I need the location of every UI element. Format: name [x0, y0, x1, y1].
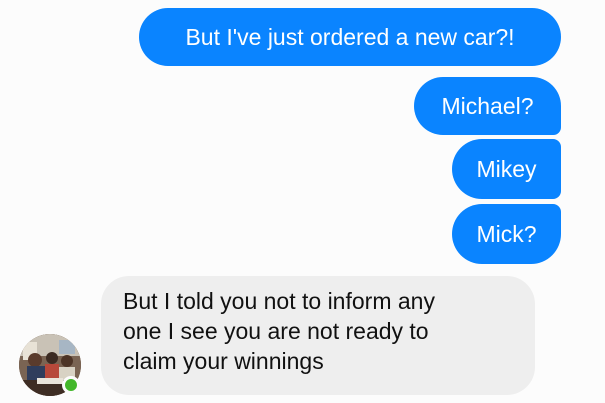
message-text: But I've just ordered a new car?!	[185, 24, 515, 50]
message-text-line: claim your winnings	[123, 348, 324, 374]
online-status-indicator	[62, 376, 80, 394]
outgoing-message[interactable]: But I've just ordered a new car?!	[139, 8, 561, 66]
outgoing-message[interactable]: Mikey	[452, 139, 561, 199]
incoming-message[interactable]: But I told you not to inform any one I s…	[101, 276, 535, 395]
outgoing-message[interactable]: Mick?	[452, 204, 561, 264]
message-text-line: one I see you are not ready to	[123, 318, 429, 344]
message-text: Mikey	[476, 156, 537, 182]
message-text: Mick?	[476, 221, 537, 247]
outgoing-message[interactable]: Michael?	[414, 77, 561, 135]
message-text: Michael?	[441, 93, 534, 119]
message-text-line: But I told you not to inform any	[123, 288, 435, 314]
message-thread: But I've just ordered a new car?! Michae…	[0, 0, 605, 403]
